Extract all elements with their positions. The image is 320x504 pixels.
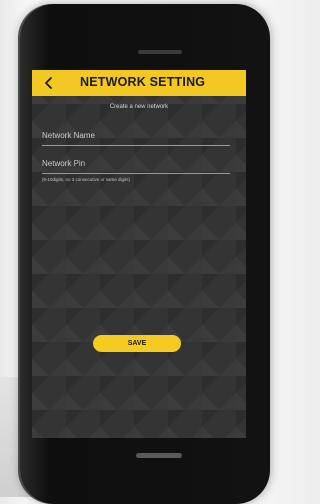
save-button[interactable]: SAVE [93, 335, 181, 352]
form-subtitle: Create a new network [109, 104, 169, 110]
app-screen: NETWORK SETTING Create a new network (6-… [32, 70, 246, 438]
phone-earpiece [138, 50, 182, 54]
network-pin-field [42, 153, 230, 174]
page-title: NETWORK SETTING [80, 75, 206, 89]
network-name-field [42, 125, 230, 146]
chevron-left-icon[interactable] [40, 74, 58, 92]
app-header: NETWORK SETTING [32, 70, 246, 96]
network-name-input[interactable] [42, 125, 230, 146]
pin-hint: (6-10digits, no 3 consecutive or same di… [42, 177, 131, 182]
network-pin-input[interactable] [42, 153, 230, 174]
home-indicator [136, 453, 182, 458]
